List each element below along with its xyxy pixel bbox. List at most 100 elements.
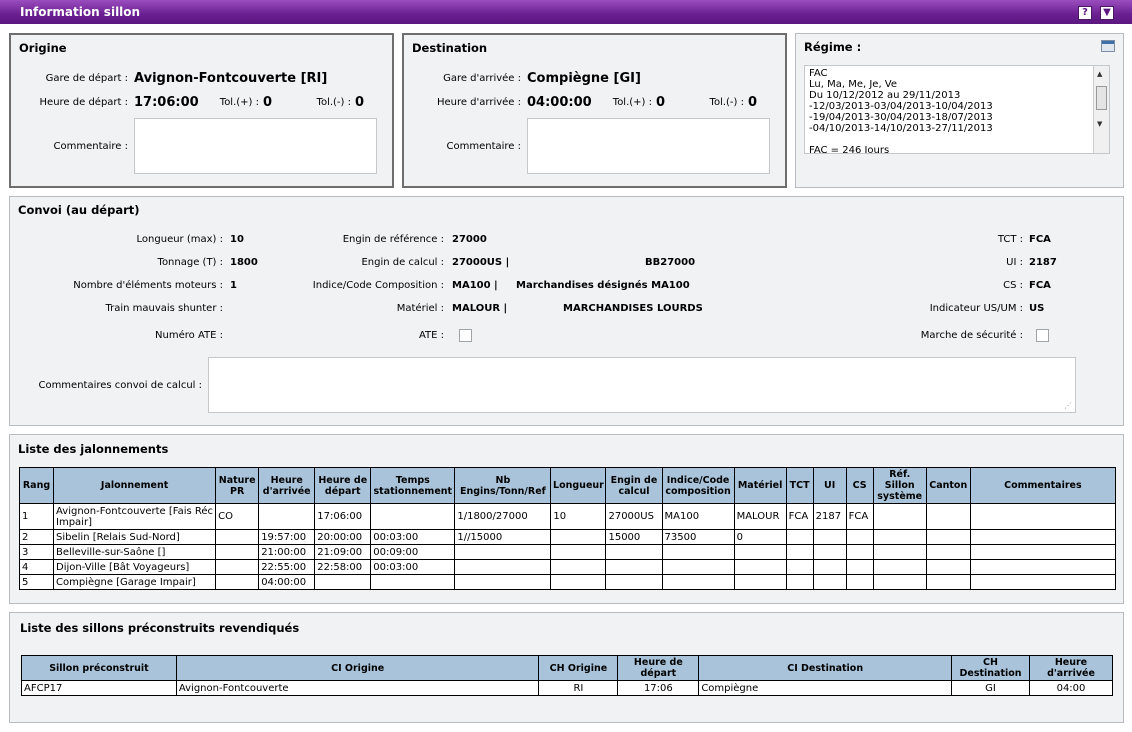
scroll-thumb[interactable] [1096, 86, 1107, 110]
column-header[interactable]: Indice/Code composition [661, 467, 735, 504]
table-cell [925, 529, 971, 545]
table-cell [812, 559, 847, 575]
table-cell [661, 559, 735, 575]
cs-label: CS : [1003, 280, 1023, 291]
table-cell: Belleville-sur-Saône [] [53, 544, 217, 560]
scroll-down-icon[interactable]: ▼ [1097, 120, 1102, 128]
table-cell: 22:55:00 [258, 559, 316, 575]
column-header[interactable]: Rang [18, 467, 55, 504]
column-header[interactable]: CI Destination [698, 655, 953, 681]
marche-securite-checkbox[interactable] [1036, 329, 1049, 342]
resize-grip-icon[interactable]: ⋰ [1064, 401, 1072, 410]
column-header[interactable]: Heure de départ [314, 467, 372, 504]
numero-ate-label: Numéro ATE : [155, 330, 223, 341]
regime-line: FAC [809, 68, 828, 79]
table-cell: 19:57:00 [258, 529, 316, 545]
table-cell: MA100 [661, 503, 735, 530]
column-header[interactable]: CS [845, 467, 874, 504]
table-row[interactable]: 1 Avignon-Fontcouverte [Fais Réc Impair] C… [18, 503, 1117, 530]
marche-securite-label: Marche de sécurité : [920, 330, 1023, 341]
table-cell [785, 574, 814, 590]
engin-ref-value: 27000 [452, 234, 487, 245]
table-cell [969, 544, 1117, 560]
table-cell: 1 [18, 503, 55, 530]
table-row[interactable]: 5 Compiègne [Garage Impair] 04:00:00 [18, 574, 1117, 590]
window-title: Information sillon [20, 5, 141, 19]
table-cell [550, 574, 607, 590]
table-cell [785, 544, 814, 560]
table-row[interactable]: AFCP17 Avignon-Fontcouverte RI 17:06 Compièg… [21, 680, 1113, 696]
regime-panel: Régime : FAC Lu, Ma, Me, Je, Ve Du 10/12… [795, 33, 1124, 188]
scroll-up-icon[interactable]: ▲ [1097, 70, 1102, 78]
column-header[interactable]: Jalonnement [53, 467, 217, 504]
table-cell [215, 529, 260, 545]
column-header[interactable]: Matériel [733, 467, 787, 504]
column-header[interactable]: CH Origine [538, 655, 619, 681]
convoi-panel: Convoi (au départ) Longueur (max) : 10 T… [9, 196, 1124, 426]
column-header[interactable]: Heure d'arrivée [258, 467, 316, 504]
column-header[interactable]: Nature PR [215, 467, 260, 504]
ui-label: UI : [1006, 257, 1023, 268]
table-cell: Compiègne [Garage Impair] [53, 574, 217, 590]
table-row[interactable]: 2 Sibelin [Relais Sud-Nord] 19:57:00 20:00:… [18, 529, 1117, 545]
column-header[interactable]: Engin de calcul [605, 467, 663, 504]
column-header[interactable]: Temps stationnement [370, 467, 456, 504]
column-header[interactable]: Nb Engins/Tonn/Ref [454, 467, 552, 504]
table-cell [785, 559, 814, 575]
table-cell [733, 574, 787, 590]
table-cell [454, 574, 552, 590]
table-cell: Sibelin [Relais Sud-Nord] [53, 529, 217, 545]
regime-line [809, 134, 1105, 145]
indice-label: Indice/Code Composition : [312, 280, 444, 291]
table-cell [314, 574, 372, 590]
table-cell: Compiègne [698, 680, 953, 696]
origine-commentaire-input[interactable] [134, 118, 377, 174]
table-cell [733, 544, 787, 560]
engin-calc-label: Engin de calcul : [361, 257, 444, 268]
tol-minus-value: 0 [748, 95, 758, 110]
tol-minus-value: 0 [355, 95, 365, 110]
commentaires-convoi-input[interactable]: ⋰ [208, 357, 1076, 413]
collapse-icon[interactable]: ▼ [1100, 6, 1114, 20]
help-icon[interactable]: ? [1078, 6, 1092, 20]
calendar-icon[interactable] [1101, 40, 1115, 52]
destination-commentaire-input[interactable] [527, 118, 770, 174]
table-cell [872, 574, 927, 590]
column-header[interactable]: Canton [925, 467, 971, 504]
nb-moteurs-label: Nombre d'éléments moteurs : [73, 280, 223, 291]
column-header[interactable]: Commentaires [969, 467, 1117, 504]
tol-plus-label: Tol.(+) : [612, 97, 652, 108]
table-cell [661, 544, 735, 560]
table-cell: CO [215, 503, 260, 530]
column-header[interactable]: Réf. Sillon système [872, 467, 927, 504]
table-cell [454, 559, 552, 575]
column-header[interactable]: TCT [785, 467, 814, 504]
table-cell [550, 559, 607, 575]
longueur-value: 10 [230, 234, 244, 245]
jalonnements-title: Liste des jalonnements [18, 442, 169, 456]
column-header[interactable]: Heure d'arrivée [1029, 655, 1113, 681]
column-header[interactable]: CI Origine [175, 655, 540, 681]
regime-scrollbar[interactable]: ▲ ▼ [1093, 66, 1109, 153]
regime-textarea[interactable]: FAC Lu, Ma, Me, Je, Ve Du 10/12/2012 au … [804, 65, 1110, 154]
indicateur-label: Indicateur US/UM : [929, 303, 1023, 314]
table-cell [370, 503, 456, 530]
ate-checkbox[interactable] [459, 329, 472, 342]
table-cell: 10 [550, 503, 607, 530]
column-header[interactable]: Longueur [550, 467, 607, 504]
column-header[interactable]: CH Destination [951, 655, 1030, 681]
table-cell [812, 529, 847, 545]
table-cell: MALOUR [733, 503, 787, 530]
column-header[interactable]: UI [812, 467, 847, 504]
cs-value: FCA [1029, 280, 1051, 291]
table-cell: RI [538, 680, 619, 696]
table-cell: 1/1800/27000 [454, 503, 552, 530]
table-cell [550, 529, 607, 545]
table-cell [812, 574, 847, 590]
table-cell: 21:09:00 [314, 544, 372, 560]
column-header[interactable]: Heure de départ [617, 655, 700, 681]
table-cell [661, 574, 735, 590]
table-row[interactable]: 4 Dijon-Ville [Bât Voyageurs] 22:55:00 22:5… [18, 559, 1117, 575]
column-header[interactable]: Sillon préconstruit [21, 655, 177, 681]
table-row[interactable]: 3 Belleville-sur-Saône [] 21:00:00 21:09:00… [18, 544, 1117, 560]
